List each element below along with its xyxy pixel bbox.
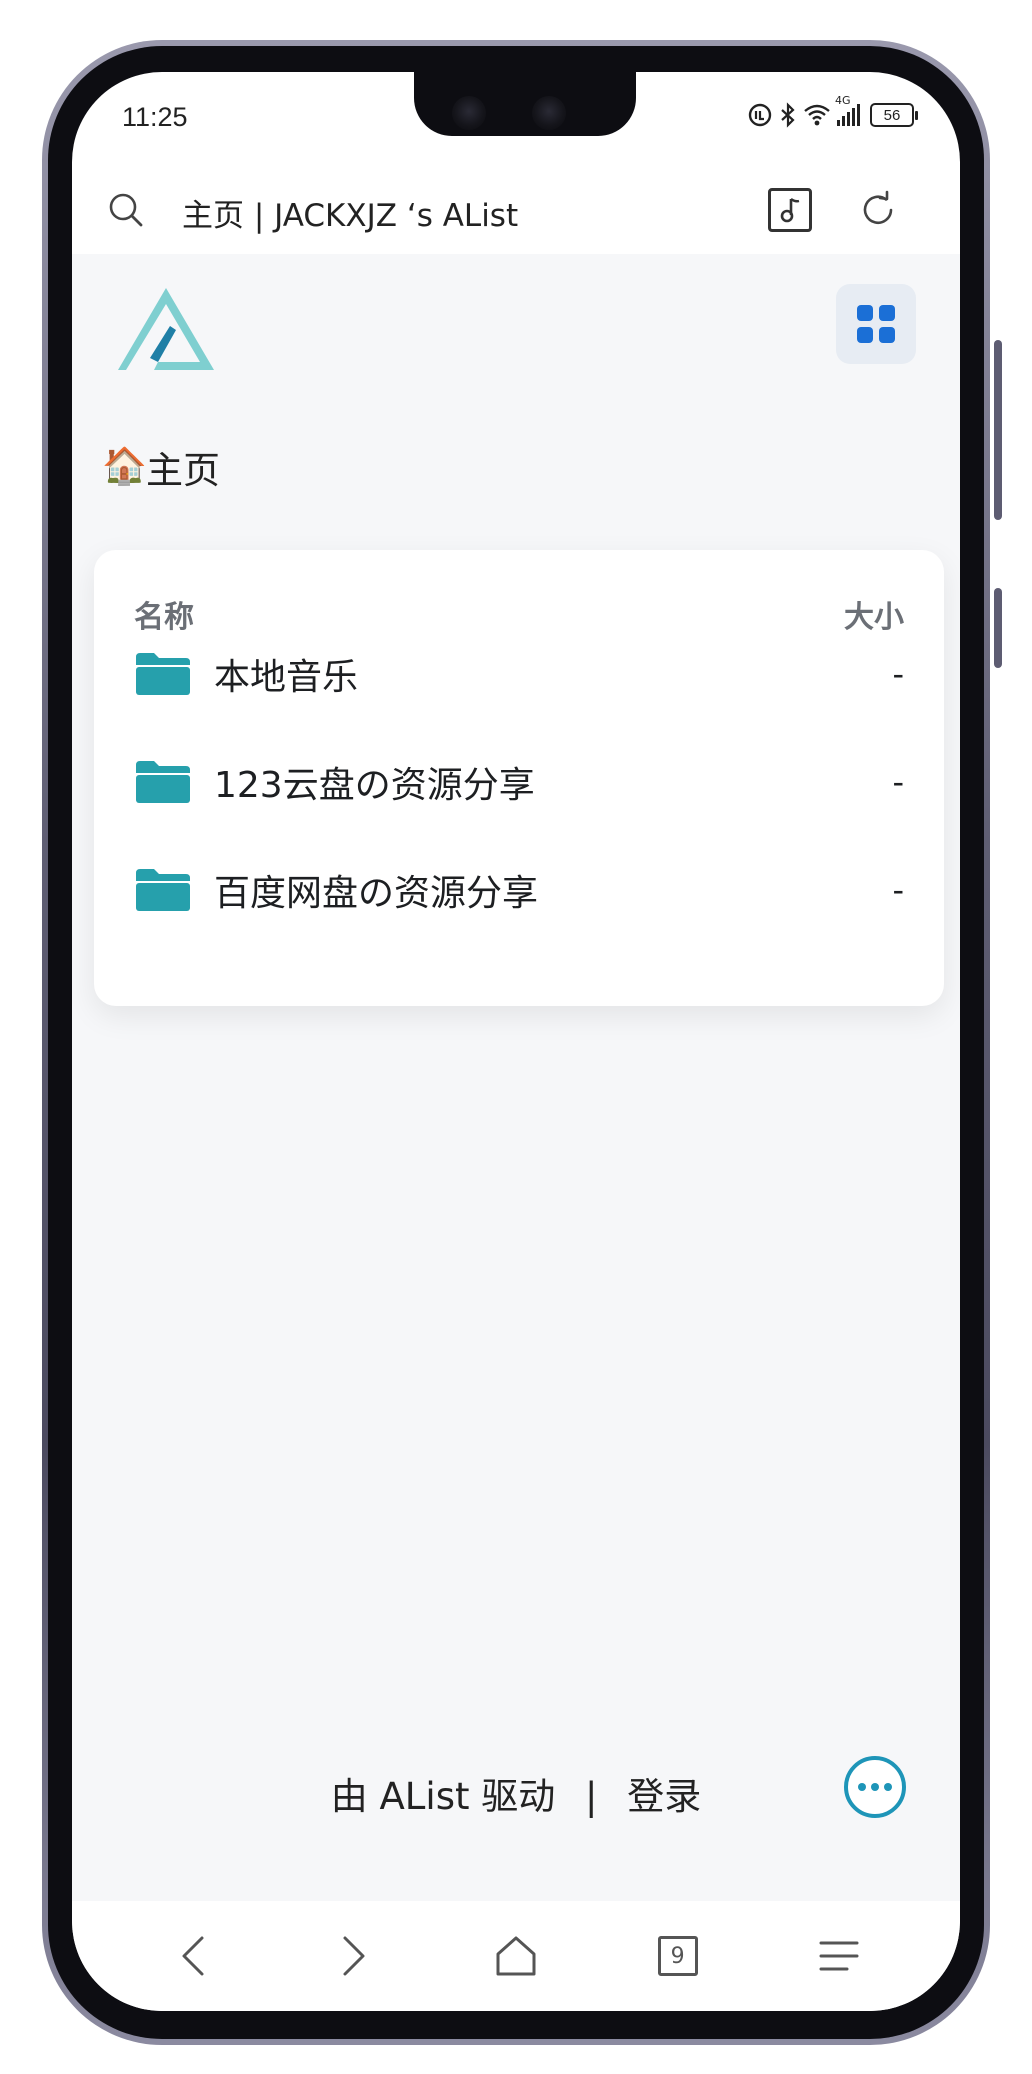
- breadcrumb[interactable]: 🏠 主页: [102, 440, 220, 494]
- music-note-icon: [780, 198, 800, 223]
- menu-button[interactable]: [809, 1926, 869, 1986]
- powered-by-link[interactable]: 由 AList 驱动: [331, 1766, 556, 1820]
- volume-button: [994, 340, 1002, 520]
- dnd-icon: [748, 103, 772, 127]
- folder-icon: [136, 761, 190, 803]
- bluetooth-icon: [781, 102, 795, 128]
- menu-icon: [819, 1941, 859, 1971]
- file-row[interactable]: 123云盘の资源分享 -: [134, 752, 904, 812]
- home-icon: [496, 1936, 536, 1976]
- column-name-header[interactable]: 名称: [134, 592, 194, 636]
- browser-bottom-nav: 9: [72, 1901, 960, 2011]
- power-button: [994, 588, 1002, 668]
- screen: 11:25 4G 56 主页 | JACKXJZ ‘s AList 🏠 主页 名…: [72, 72, 960, 2011]
- cell-signal-icon: 4G: [835, 94, 860, 126]
- network-type: 4G: [835, 94, 851, 107]
- alist-logo[interactable]: [114, 284, 218, 376]
- tab-count: 9: [657, 1936, 698, 1976]
- camera-icon: [452, 96, 486, 130]
- column-size-header[interactable]: 大小: [844, 592, 904, 636]
- sensor-icon: [532, 96, 566, 130]
- file-row[interactable]: 百度网盘の资源分享 -: [134, 860, 904, 920]
- refresh-icon[interactable]: [858, 190, 898, 230]
- tabs-button[interactable]: 9: [648, 1926, 708, 1986]
- page-title[interactable]: 主页 | JACKXJZ ‘s AList: [182, 190, 518, 235]
- home-emoji-icon: 🏠: [102, 446, 147, 487]
- music-button[interactable]: [768, 188, 812, 232]
- battery-indicator: 56: [870, 103, 918, 127]
- file-size: -: [892, 763, 904, 801]
- more-button[interactable]: [844, 1756, 906, 1818]
- file-row[interactable]: 本地音乐 -: [134, 644, 904, 704]
- file-name[interactable]: 本地音乐: [214, 648, 892, 700]
- file-list: 名称 大小 本地音乐 - 123云盘の资源分享 - 百度网盘の资源分享 -: [94, 550, 944, 1006]
- file-size: -: [892, 655, 904, 693]
- more-dots-icon: [871, 1783, 879, 1791]
- camera-notch: [414, 72, 636, 136]
- chevron-left-icon: [182, 1936, 204, 1976]
- breadcrumb-home[interactable]: 主页: [146, 440, 220, 494]
- forward-button[interactable]: [324, 1926, 384, 1986]
- home-button[interactable]: [486, 1926, 546, 1986]
- status-icons: 4G 56: [747, 94, 918, 128]
- folder-icon: [136, 869, 190, 911]
- file-name[interactable]: 百度网盘の资源分享: [214, 864, 892, 916]
- file-list-header: 名称 大小: [134, 592, 904, 636]
- page-footer: 由 AList 驱动 | 登录: [72, 1766, 960, 1820]
- file-size: -: [892, 871, 904, 909]
- grid-icon: [857, 305, 895, 343]
- phone-frame: 11:25 4G 56 主页 | JACKXJZ ‘s AList 🏠 主页 名…: [42, 40, 1002, 2045]
- browser-address-bar: 主页 | JACKXJZ ‘s AList: [72, 164, 960, 254]
- footer-separator: |: [585, 1775, 598, 1818]
- more-dots-icon: [858, 1783, 866, 1791]
- status-time: 11:25: [122, 102, 188, 132]
- wifi-icon: [804, 104, 830, 126]
- back-button[interactable]: [163, 1926, 223, 1986]
- chevron-right-icon: [343, 1936, 365, 1976]
- login-link[interactable]: 登录: [627, 1766, 701, 1820]
- phone-bezel: 11:25 4G 56 主页 | JACKXJZ ‘s AList 🏠 主页 名…: [48, 46, 984, 2039]
- alist-page: 🏠 主页 名称 大小 本地音乐 - 123云盘の资源分享 - 百度网盘の资源分享…: [72, 254, 960, 1901]
- layout-toggle-button[interactable]: [836, 284, 916, 364]
- more-dots-icon: [884, 1783, 892, 1791]
- folder-icon: [136, 653, 190, 695]
- search-icon[interactable]: [108, 192, 144, 228]
- file-name[interactable]: 123云盘の资源分享: [214, 756, 892, 808]
